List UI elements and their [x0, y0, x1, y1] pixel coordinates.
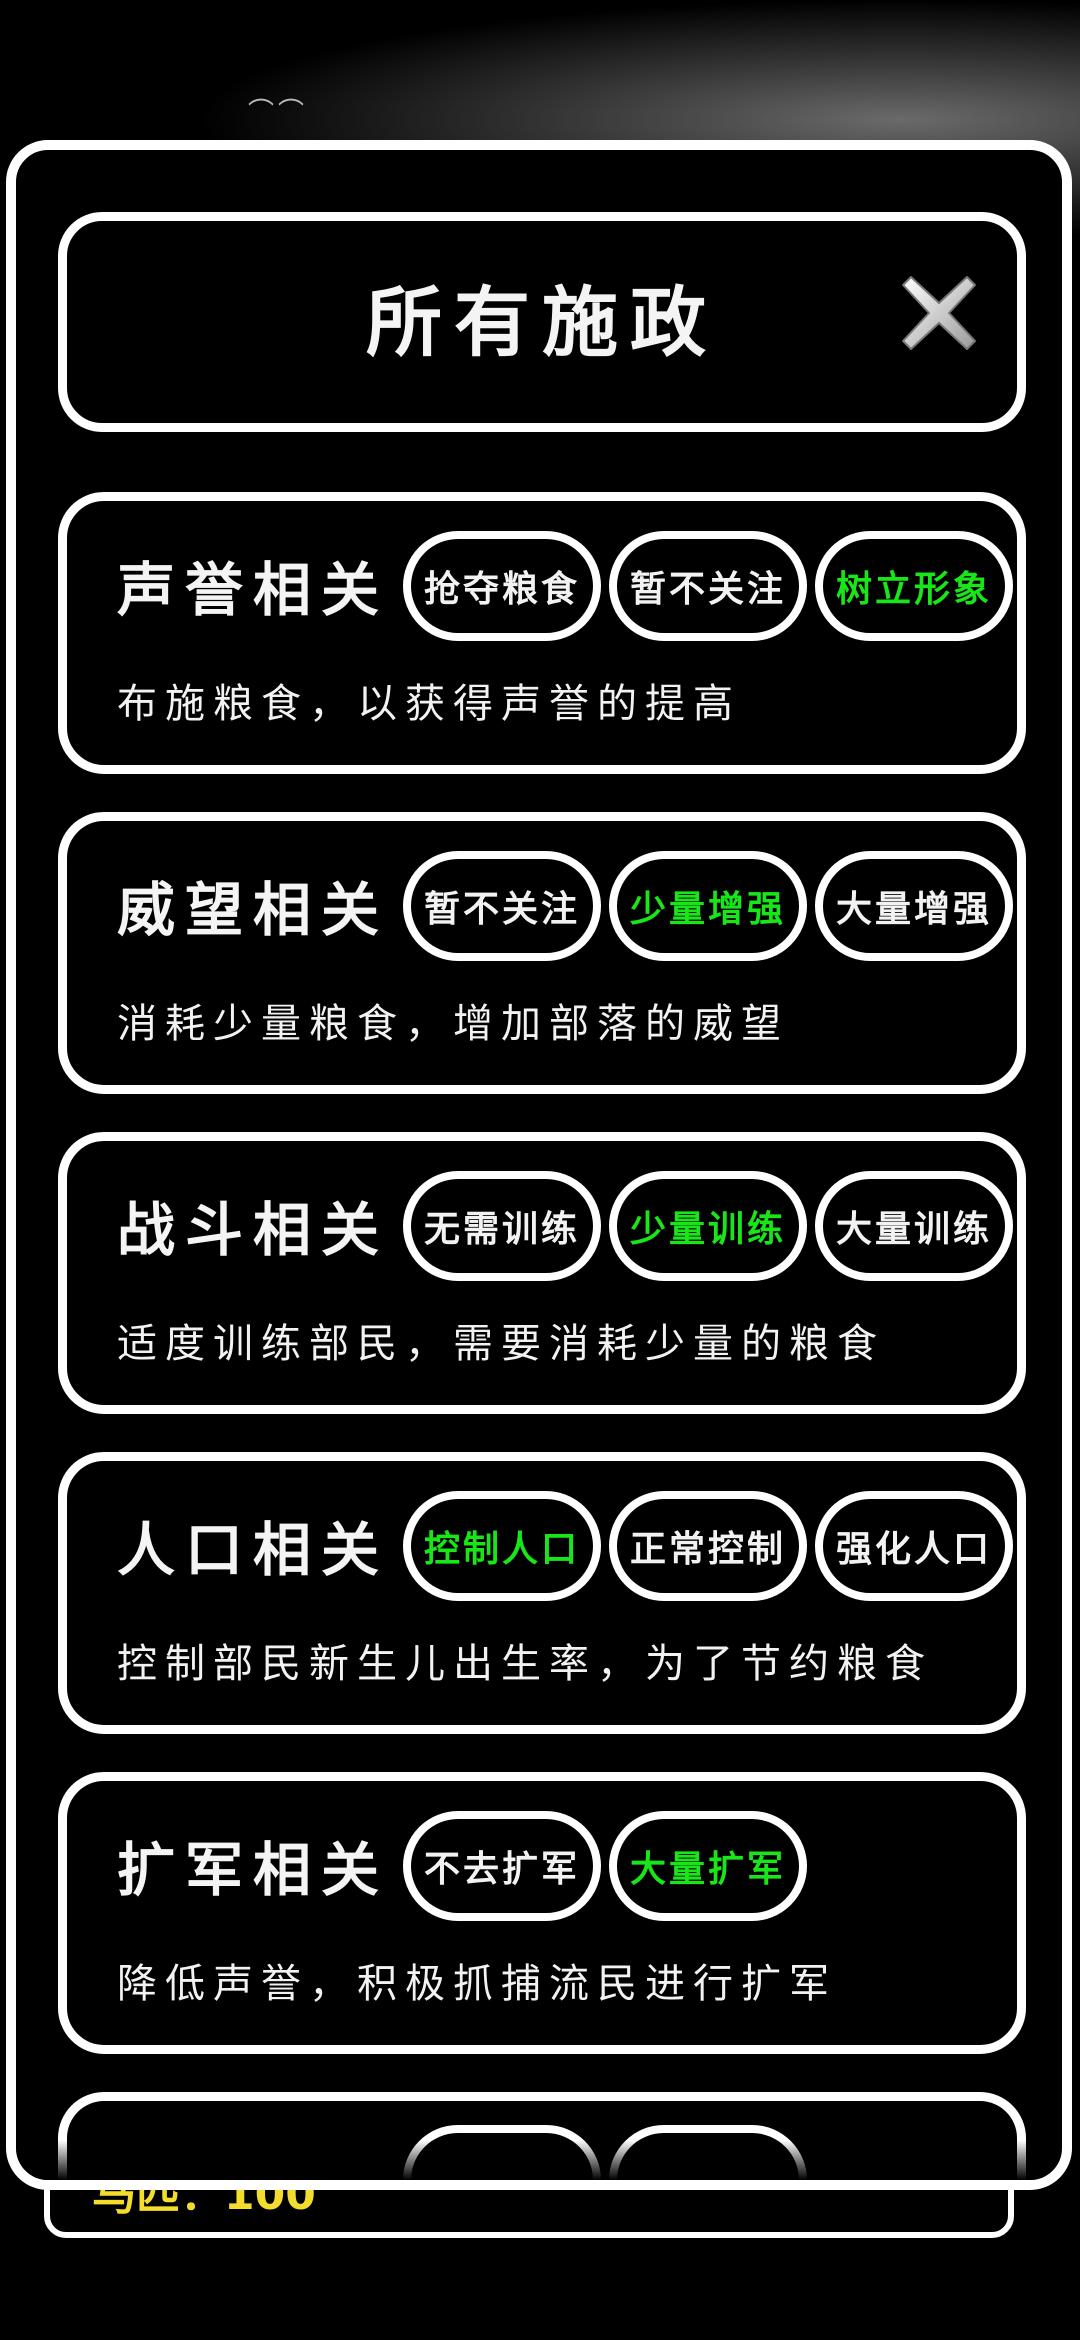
policy-category-label: 战斗相关: [117, 1196, 390, 1264]
birds-decoration: ⌒⌒: [248, 98, 309, 128]
policy-option-button[interactable]: 大量扩军: [609, 1811, 807, 1921]
policy-card: 声誉相关 抢夺粮食 暂不关注 树立形象布施粮食，以获得声誉的提高: [58, 492, 1026, 774]
policy-option-button[interactable]: 抢夺粮食: [403, 531, 601, 641]
policy-card: 人口相关 控制人口 正常控制 强化人口控制部民新生儿出生率，为了节约粮食: [58, 1452, 1026, 1734]
policy-card: 战斗相关 无需训练 少量训练 大量训练适度训练部民，需要消耗少量的粮食: [58, 1132, 1026, 1414]
policy-category-label: 声誉相关: [117, 556, 390, 624]
policy-option-button[interactable]: 少量训练: [609, 1171, 807, 1281]
policy-category-label: 人口相关: [117, 1516, 390, 1584]
policy-description: 适度训练部民，需要消耗少量的粮食: [117, 1321, 885, 1367]
modal-header: 所有施政: [58, 212, 1026, 432]
modal-title: 所有施政: [366, 278, 718, 367]
policy-option-button[interactable]: 暂不关注: [403, 851, 601, 961]
policy-card: 扩军相关 不去扩军 大量扩军降低声誉，积极抓捕流民进行扩军: [58, 1772, 1026, 2054]
policy-option-button[interactable]: 大量训练: [815, 1171, 1013, 1281]
policy-description: 控制部民新生儿出生率，为了节约粮食: [117, 1641, 933, 1687]
policy-category-label: 扩军相关: [117, 1836, 390, 1904]
close-button[interactable]: [889, 263, 989, 363]
policy-option-button[interactable]: 正常控制: [609, 1491, 807, 1601]
policy-option-button[interactable]: 强化人口: [815, 1491, 1013, 1601]
policies-modal: 所有施政 声誉相关 抢夺粮食 暂不关注 树立形象 布施粮食，以获得声誉的提高 威望相关 暂不…: [6, 140, 1072, 2190]
policy-option-button[interactable]: 不去扩军: [403, 1811, 601, 1921]
policy-option-button[interactable]: 大量增强: [815, 851, 1013, 961]
policy-card: 威望相关 暂不关注 少量增强 大量增强 消耗少量粮食，增加部落的威望: [58, 812, 1026, 1094]
scroll-fade: [16, 2140, 1062, 2180]
close-x-icon: [902, 276, 976, 350]
policy-description: 降低声誉，积极抓捕流民进行扩军: [117, 1961, 837, 2007]
policy-option-button[interactable]: 少量增强: [609, 851, 807, 961]
policy-description: 消耗少量粮食，增加部落的威望: [117, 1001, 789, 1047]
policy-option-button[interactable]: 暂不关注: [609, 531, 807, 641]
policy-category-label: 威望相关: [117, 876, 390, 944]
policy-option-button[interactable]: 控制人口: [403, 1491, 601, 1601]
policy-description: 布施粮食，以获得声誉的提高: [117, 681, 741, 727]
policy-option-button[interactable]: 树立形象: [815, 531, 1013, 641]
policy-option-button[interactable]: 无需训练: [403, 1171, 601, 1281]
